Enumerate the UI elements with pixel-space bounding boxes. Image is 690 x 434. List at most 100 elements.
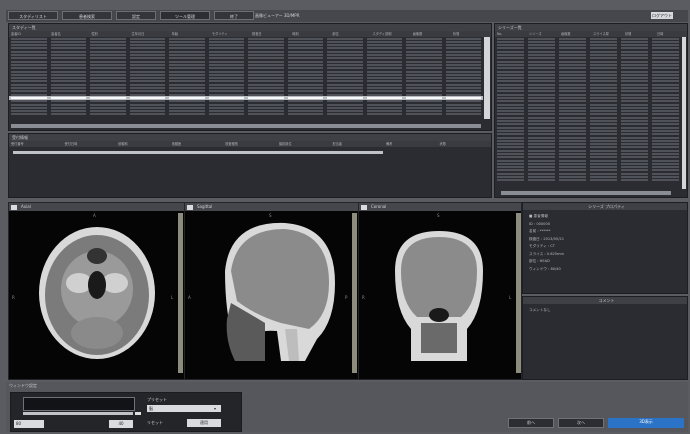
table-cell [90,110,126,113]
col-header[interactable]: 年齢 [170,31,210,37]
chevron-down-icon[interactable]: ▾ [214,406,216,411]
slice-slider[interactable] [178,213,183,373]
slider-handle[interactable] [135,412,141,415]
property-line: ■ 患者情報 [529,214,548,218]
comment-content[interactable]: コメントなし [523,304,687,317]
col-header[interactable]: 備考 [384,141,438,147]
table-cell [559,162,586,165]
table-cell [528,172,555,175]
table-cell [406,47,442,50]
table-cell [652,136,679,139]
col-header[interactable]: 担当者 [330,141,384,147]
tab-1[interactable]: 患者検索 [62,11,112,20]
table-cell [406,77,442,80]
table-cell [169,103,205,106]
series-scrollbar[interactable] [682,37,686,189]
table-cell [90,70,126,73]
table-cell [445,96,481,99]
table-cell [129,40,165,43]
table-cell [287,100,323,103]
col-header[interactable]: 画像数 [411,31,451,37]
table-cell [406,87,442,90]
preset-select[interactable]: 脳 [147,405,221,412]
table-cell [621,166,648,169]
table-cell [169,67,205,70]
table-cell [287,106,323,109]
col-header[interactable]: 状態 [438,141,492,147]
table-cell [248,83,284,86]
tab-3[interactable]: ツール管理 [160,11,210,20]
col-header[interactable]: 検査種別 [223,141,277,147]
viewport-header: Coronal [359,203,521,211]
col-header[interactable]: スタディ説明 [371,31,411,37]
col-header[interactable]: モダリティ [210,31,250,37]
reception-selected-row[interactable] [13,151,383,154]
table-cell [528,123,555,126]
table-cell [590,77,617,80]
col-header[interactable]: 画像数 [559,31,591,37]
slice-slider[interactable] [516,213,521,373]
col-header[interactable]: シリーズ [527,31,559,37]
table-cell [366,37,402,40]
window-level-input[interactable]: 80 [14,420,44,428]
table-cell [652,123,679,126]
col-header[interactable]: 依頼医 [170,141,224,147]
apply-button[interactable]: 適用 [187,419,221,427]
table-cell [406,106,442,109]
table-cell [528,139,555,142]
col-header[interactable]: No. [495,31,527,37]
properties-content: ■ 患者情報 ID : 000000 名前 : ****** 検査日 : 201… [523,210,687,276]
window-width-input[interactable]: 40 [109,420,133,428]
table-cell [90,44,126,47]
col-header[interactable]: 性別 [89,31,129,37]
sagittal-viewport[interactable]: Sagittal S A P [184,202,359,380]
col-header[interactable]: 状態 [623,31,655,37]
tab-4[interactable]: 終了 [214,11,254,20]
col-header[interactable]: 受付日時 [63,141,117,147]
study-hscrollbar[interactable] [11,124,481,128]
table-cell [652,110,679,113]
col-header[interactable]: 依頼科 [116,141,170,147]
table-cell [528,93,555,96]
table-cell [208,37,244,40]
table-cell [248,44,284,47]
series-hscrollbar[interactable] [501,191,671,195]
axial-viewport[interactable]: Axial A R L [8,202,185,380]
table-cell [208,50,244,53]
table-row[interactable] [495,179,681,182]
table-cell [287,63,323,66]
viewport-tool-icon[interactable] [361,204,367,210]
table-cell [90,50,126,53]
table-cell [90,40,126,43]
col-header[interactable]: 検査日 [250,31,290,37]
col-header[interactable]: 撮影部位 [277,141,331,147]
col-header[interactable]: 時刻 [290,31,330,37]
table-cell [497,44,524,47]
viewport-tool-icon[interactable] [187,204,193,210]
study-scrollbar[interactable] [484,37,490,119]
coronal-viewport[interactable]: Coronal S R L [358,202,522,380]
table-cell [406,100,442,103]
col-header[interactable]: 部位 [330,31,370,37]
col-header[interactable]: 受付番号 [9,141,63,147]
table-cell [248,110,284,113]
col-header[interactable]: 生年月日 [130,31,170,37]
tab-0[interactable]: スタディリスト [8,11,58,20]
table-cell [497,116,524,119]
prev-button[interactable]: 前へ [508,418,554,428]
window-slider[interactable] [23,412,133,415]
primary-action-button[interactable]: 3D表示 [608,418,684,428]
col-header[interactable]: スライス厚 [591,31,623,37]
col-header[interactable]: 患者ID [9,31,49,37]
table-cell [652,93,679,96]
logout-button[interactable]: ログアウト [651,12,673,19]
col-header[interactable]: 患者名 [49,31,89,37]
viewport-tool-icon[interactable] [11,204,17,210]
table-cell [50,67,86,70]
tab-2[interactable]: 設定 [116,11,156,20]
next-button[interactable]: 次へ [558,418,604,428]
table-cell [559,63,586,66]
table-row[interactable] [9,113,483,116]
reset-link[interactable]: リセット [147,420,163,426]
slice-slider[interactable] [352,213,357,373]
